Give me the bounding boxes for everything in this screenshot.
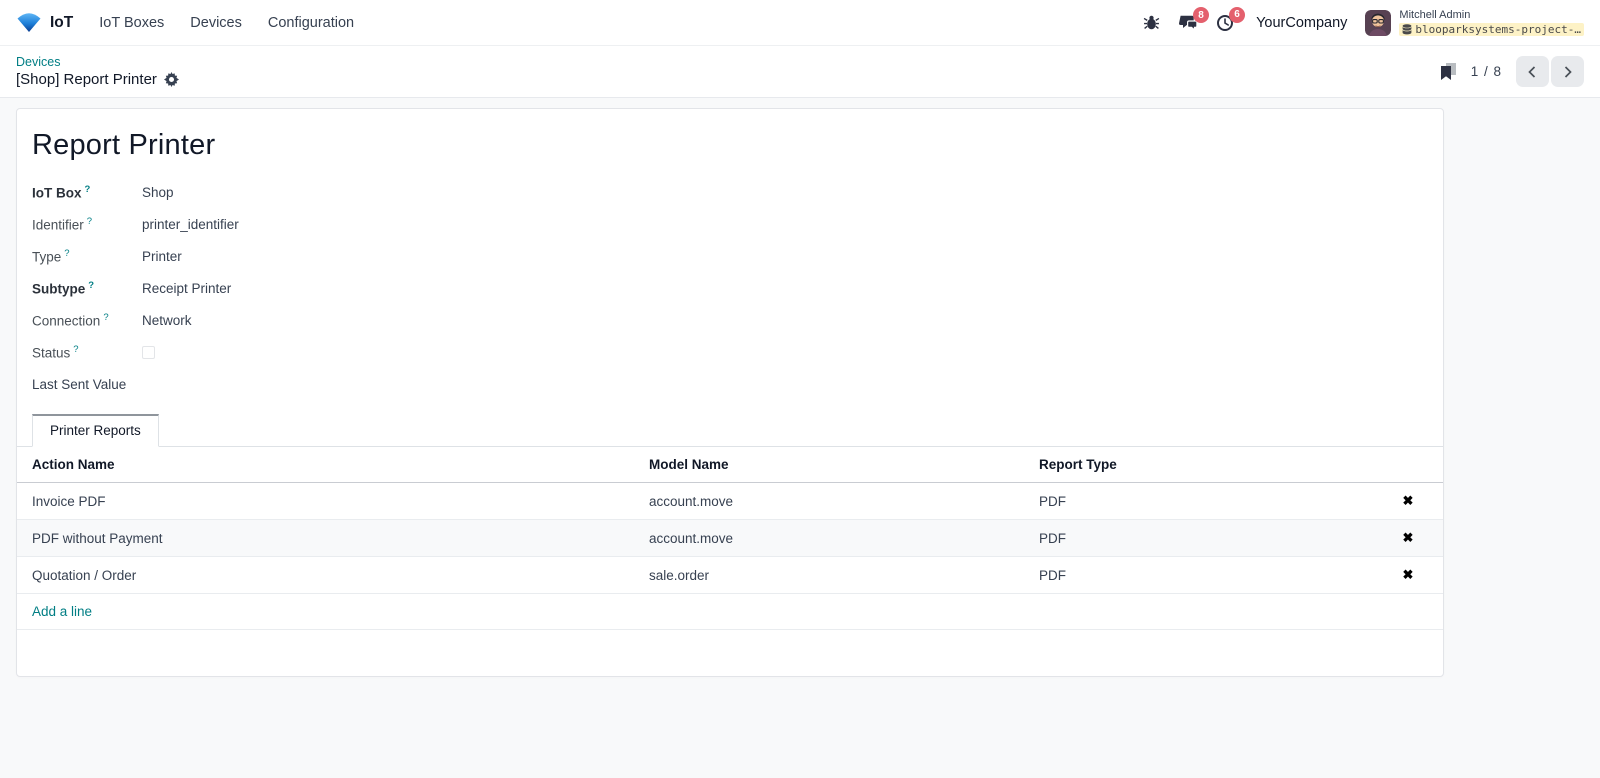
debug-bug-icon[interactable] xyxy=(1143,14,1160,31)
cell-model-name[interactable]: account.move xyxy=(637,482,1027,520)
delete-row-icon[interactable]: ✖ xyxy=(1373,519,1443,557)
help-icon: ? xyxy=(86,215,93,227)
header-model-name: Model Name xyxy=(637,447,1027,483)
field-group: IoT Box? Shop Identifier? printer_identi… xyxy=(17,176,1443,400)
cell-action-name[interactable]: Invoice PDF xyxy=(17,482,637,520)
identifier-value[interactable]: printer_identifier xyxy=(142,217,239,232)
table-header-row: Action Name Model Name Report Type xyxy=(17,447,1443,483)
cell-model-name[interactable]: sale.order xyxy=(637,556,1027,594)
field-row-connection: Connection? Network xyxy=(17,304,1443,336)
printer-reports-table: Action Name Model Name Report Type Invoi… xyxy=(17,447,1443,630)
help-icon: ? xyxy=(64,247,70,259)
iot-app-icon xyxy=(16,12,42,33)
user-avatar xyxy=(1365,9,1392,36)
breadcrumb-current-record: [Shop] Report Printer xyxy=(16,70,157,88)
help-icon: ? xyxy=(103,311,109,323)
add-a-line-row: Add a line xyxy=(17,593,1443,630)
database-name: blooparksystems-project-… xyxy=(1399,22,1584,37)
pager-next-button[interactable] xyxy=(1551,56,1584,87)
record-title: Report Printer xyxy=(32,129,216,161)
table-row[interactable]: Quotation / Order sale.order PDF ✖ xyxy=(17,556,1443,594)
help-icon: ? xyxy=(84,183,91,195)
field-row-identifier: Identifier? printer_identifier xyxy=(17,208,1443,240)
cell-action-name[interactable]: Quotation / Order xyxy=(17,556,637,594)
connection-value[interactable]: Network xyxy=(142,313,192,328)
messages-count-badge: 8 xyxy=(1193,7,1210,23)
form-sheet: Report Printer IoT Box? Shop Identifier?… xyxy=(16,108,1444,677)
messages-icon[interactable]: 8 xyxy=(1178,7,1210,31)
company-switcher[interactable]: YourCompany xyxy=(1256,15,1347,31)
user-menu[interactable]: Mitchell Admin blooparksystems-project-… xyxy=(1365,9,1584,37)
control-panel: Devices [Shop] Report Printer 1 / 8 xyxy=(0,46,1600,98)
activities-count-badge: 6 xyxy=(1229,6,1246,23)
action-gear-icon[interactable] xyxy=(163,72,179,88)
help-icon: ? xyxy=(73,343,79,355)
field-row-status: Status? xyxy=(17,336,1443,368)
connection-label: Connection xyxy=(32,313,101,329)
last-sent-value-label: Last Sent Value xyxy=(32,376,127,392)
pager-counter[interactable]: 1 / 8 xyxy=(1471,64,1502,79)
subtype-value[interactable]: Receipt Printer xyxy=(142,281,231,296)
top-menu: IoT Boxes Devices Configuration xyxy=(99,15,354,31)
header-action-name: Action Name xyxy=(17,447,637,483)
tab-printer-reports[interactable]: Printer Reports xyxy=(32,414,159,447)
type-label: Type xyxy=(32,249,62,265)
cell-model-name[interactable]: account.move xyxy=(637,519,1027,557)
pager-previous-button[interactable] xyxy=(1516,56,1549,87)
cell-report-type[interactable]: PDF xyxy=(1027,556,1373,594)
app-switcher[interactable]: IoT xyxy=(16,12,73,33)
delete-row-icon[interactable]: ✖ xyxy=(1373,556,1443,594)
type-value[interactable]: Printer xyxy=(142,249,182,264)
status-checkbox[interactable] xyxy=(142,345,155,359)
navbar-systray: 8 6 YourCompany Mitchell Admin blooparks… xyxy=(1143,6,1584,37)
menu-configuration[interactable]: Configuration xyxy=(268,15,354,31)
cell-action-name[interactable]: PDF without Payment xyxy=(17,519,637,557)
header-delete-column xyxy=(1373,447,1443,483)
app-name: IoT xyxy=(50,13,74,31)
delete-row-icon[interactable]: ✖ xyxy=(1373,482,1443,520)
table-row[interactable]: PDF without Payment account.move PDF ✖ xyxy=(17,519,1443,557)
iot-box-value[interactable]: Shop xyxy=(142,185,174,200)
breadcrumb: Devices [Shop] Report Printer xyxy=(16,54,179,90)
field-row-iot-box: IoT Box? Shop xyxy=(17,176,1443,208)
header-report-type: Report Type xyxy=(1027,447,1373,483)
bookmark-icon[interactable] xyxy=(1440,62,1457,81)
field-row-last-sent-value: Last Sent Value xyxy=(17,368,1443,400)
main-navbar: IoT IoT Boxes Devices Configuration 8 6 … xyxy=(0,0,1600,46)
iot-box-label: IoT Box xyxy=(32,185,82,201)
subtype-label: Subtype xyxy=(32,281,86,297)
status-label: Status xyxy=(32,345,71,361)
field-row-type: Type? Printer xyxy=(17,240,1443,272)
pager-area: 1 / 8 xyxy=(1440,56,1584,87)
menu-devices[interactable]: Devices xyxy=(190,15,242,31)
menu-iot-boxes[interactable]: IoT Boxes xyxy=(99,15,164,31)
cell-report-type[interactable]: PDF xyxy=(1027,482,1373,520)
field-row-subtype: Subtype? Receipt Printer xyxy=(17,272,1443,304)
help-icon: ? xyxy=(88,279,95,291)
table-row[interactable]: Invoice PDF account.move PDF ✖ xyxy=(17,482,1443,520)
identifier-label: Identifier xyxy=(32,217,84,233)
cell-report-type[interactable]: PDF xyxy=(1027,519,1373,557)
activities-clock-icon[interactable]: 6 xyxy=(1216,6,1246,32)
form-view-container: Report Printer IoT Box? Shop Identifier?… xyxy=(0,98,1600,778)
notebook-tabs: Printer Reports xyxy=(17,414,1443,447)
breadcrumb-devices-link[interactable]: Devices xyxy=(16,54,179,70)
user-name: Mitchell Admin xyxy=(1399,8,1471,21)
add-a-line-link[interactable]: Add a line xyxy=(17,593,1443,630)
database-icon xyxy=(1402,24,1413,35)
